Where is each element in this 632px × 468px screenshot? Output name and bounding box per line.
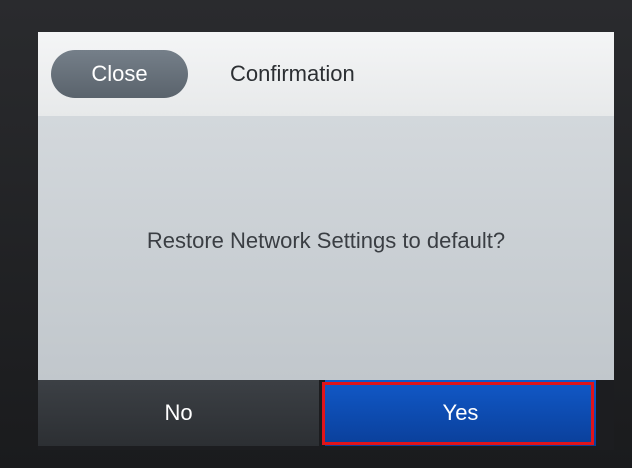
printer-device-bezel: Close Confirmation Restore Network Setti…: [0, 0, 632, 468]
dialog-footer: No Yes: [38, 380, 614, 450]
dialog-body: Restore Network Settings to default?: [38, 116, 614, 380]
dialog-header: Close Confirmation: [38, 32, 614, 116]
close-button[interactable]: Close: [51, 50, 188, 98]
dialog-title: Confirmation: [230, 61, 355, 86]
no-button[interactable]: No: [38, 380, 319, 446]
yes-button[interactable]: Yes: [325, 380, 596, 446]
confirmation-message: Restore Network Settings to default?: [146, 228, 506, 253]
lcd-screen: Close Confirmation Restore Network Setti…: [38, 32, 614, 450]
